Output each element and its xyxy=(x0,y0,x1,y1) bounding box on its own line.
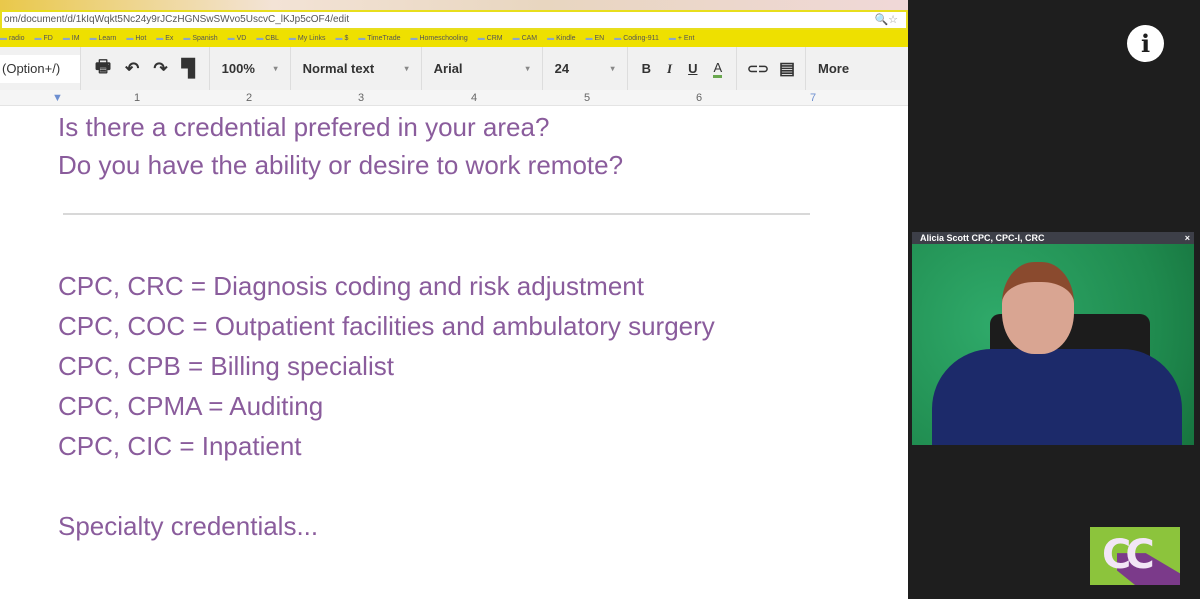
zoom-star-icons[interactable]: 🔍☆ xyxy=(874,13,898,26)
presenter-video: Alicia Scott CPC, CPC-I, CRC × xyxy=(912,232,1194,445)
ruler-label: 2 xyxy=(246,92,253,104)
underline-button[interactable]: U xyxy=(688,61,697,76)
more-button[interactable]: More xyxy=(806,61,849,76)
doc-line[interactable]: CPC, CRC = Diagnosis coding and risk adj… xyxy=(58,271,644,302)
video-title-bar: Alicia Scott CPC, CPC-I, CRC × xyxy=(912,232,1194,244)
google-docs-window: om/document/d/1kIqWqkt5Nc24y9rJCzHGNSwSW… xyxy=(0,0,908,599)
bookmark[interactable]: + Ent xyxy=(669,35,695,42)
bookmark[interactable]: EN xyxy=(586,35,605,42)
webcam-feed xyxy=(912,244,1194,445)
horizontal-rule xyxy=(63,213,810,215)
print-icon[interactable]: 🖶 xyxy=(95,54,111,83)
size-select[interactable]: 24 ▾ xyxy=(543,61,627,76)
font-value: Arial xyxy=(433,61,463,76)
bookmark[interactable]: TimeTrade xyxy=(358,35,400,42)
font-select[interactable]: Arial ▾ xyxy=(422,61,542,76)
ruler-label: 5 xyxy=(584,92,591,104)
presenter-head xyxy=(1002,262,1074,354)
bold-button[interactable]: B xyxy=(642,61,651,76)
doc-line[interactable]: Is there a credential prefered in your a… xyxy=(58,112,549,143)
ruler-label: 6 xyxy=(696,92,703,104)
chevron-down-icon: ▾ xyxy=(610,64,615,73)
bookmark[interactable]: Spanish xyxy=(183,35,217,42)
doc-line[interactable]: CPC, COC = Outpatient facilities and amb… xyxy=(58,311,715,342)
bookmark[interactable]: Ex xyxy=(156,35,173,42)
docs-toolbar: (Option+/) 🖶 ↶ ↷ ▜ 100% ▾ Normal text ▾ Ar… xyxy=(0,47,908,90)
doc-line[interactable]: CPC, CIC = Inpatient xyxy=(58,431,302,462)
address-bar[interactable]: om/document/d/1kIqWqkt5Nc24y9rJCzHGNSwSW… xyxy=(0,10,908,30)
presenter-name: Alicia Scott CPC, CPC-I, CRC xyxy=(920,233,1045,243)
url-text: om/document/d/1kIqWqkt5Nc24y9rJCzHGNSwSW… xyxy=(4,14,350,25)
italic-button[interactable]: I xyxy=(667,61,672,77)
bookmark[interactable]: Hot xyxy=(126,35,146,42)
bookmark[interactable]: FD xyxy=(35,35,52,42)
chevron-down-icon: ▾ xyxy=(273,64,278,73)
browser-tabs[interactable] xyxy=(0,0,908,10)
paint-format-icon[interactable]: ▜ xyxy=(182,59,195,79)
bookmark[interactable]: VD xyxy=(228,35,247,42)
doc-line[interactable]: Specialty credentials... xyxy=(58,511,318,542)
ruler-label: 4 xyxy=(471,92,478,104)
doc-line[interactable]: CPC, CPMA = Auditing xyxy=(58,391,323,422)
style-select[interactable]: Normal text ▾ xyxy=(291,61,421,76)
undo-icon[interactable]: ↶ xyxy=(125,59,139,79)
close-icon[interactable]: × xyxy=(1185,232,1190,244)
bookmarks-bar: radio FD IM Learn Hot Ex Spanish VD CBL … xyxy=(0,30,908,47)
chevron-down-icon: ▾ xyxy=(404,64,409,73)
comment-icon[interactable]: ▤ xyxy=(779,59,795,79)
right-margin-marker[interactable]: 7 xyxy=(810,92,816,104)
bookmark[interactable]: Homeschooling xyxy=(411,35,467,42)
zoom-value: 100% xyxy=(221,61,255,76)
bookmark[interactable]: Learn xyxy=(90,35,117,42)
presenter-body xyxy=(932,349,1182,445)
zoom-select[interactable]: 100% ▾ xyxy=(210,61,290,76)
bookmark[interactable]: $ xyxy=(336,35,348,42)
redo-icon[interactable]: ↷ xyxy=(153,59,167,79)
doc-line[interactable]: CPC, CPB = Billing specialist xyxy=(58,351,394,382)
text-color-button[interactable]: A xyxy=(713,60,723,78)
bookmark[interactable]: Coding-911 xyxy=(614,35,659,42)
bookmark[interactable]: radio xyxy=(0,35,25,42)
chevron-down-icon: ▾ xyxy=(525,64,530,73)
indent-marker-icon[interactable]: ▼ xyxy=(52,92,63,104)
bookmark[interactable]: CBL xyxy=(256,35,279,42)
ruler-label: 1 xyxy=(134,92,141,104)
bookmark[interactable]: CAM xyxy=(513,35,538,42)
logo-mark: CC xyxy=(1102,532,1155,578)
doc-line[interactable]: Do you have the ability or desire to wor… xyxy=(58,150,623,181)
menu-search[interactable]: (Option+/) xyxy=(0,54,80,83)
bookmark[interactable]: CRM xyxy=(478,35,503,42)
size-value: 24 xyxy=(554,61,570,76)
bookmark[interactable]: Kindle xyxy=(547,35,575,42)
logo: CC xyxy=(1090,527,1180,585)
link-icon[interactable]: ⊂⊃ xyxy=(747,61,769,77)
bookmark[interactable]: My Links xyxy=(289,35,326,42)
bookmark[interactable]: IM xyxy=(63,35,80,42)
ruler-label: 3 xyxy=(358,92,365,104)
info-icon[interactable]: i xyxy=(1127,25,1164,62)
style-value: Normal text xyxy=(302,61,375,76)
ruler[interactable]: ▼ 1 2 3 4 5 6 7 xyxy=(0,90,908,106)
